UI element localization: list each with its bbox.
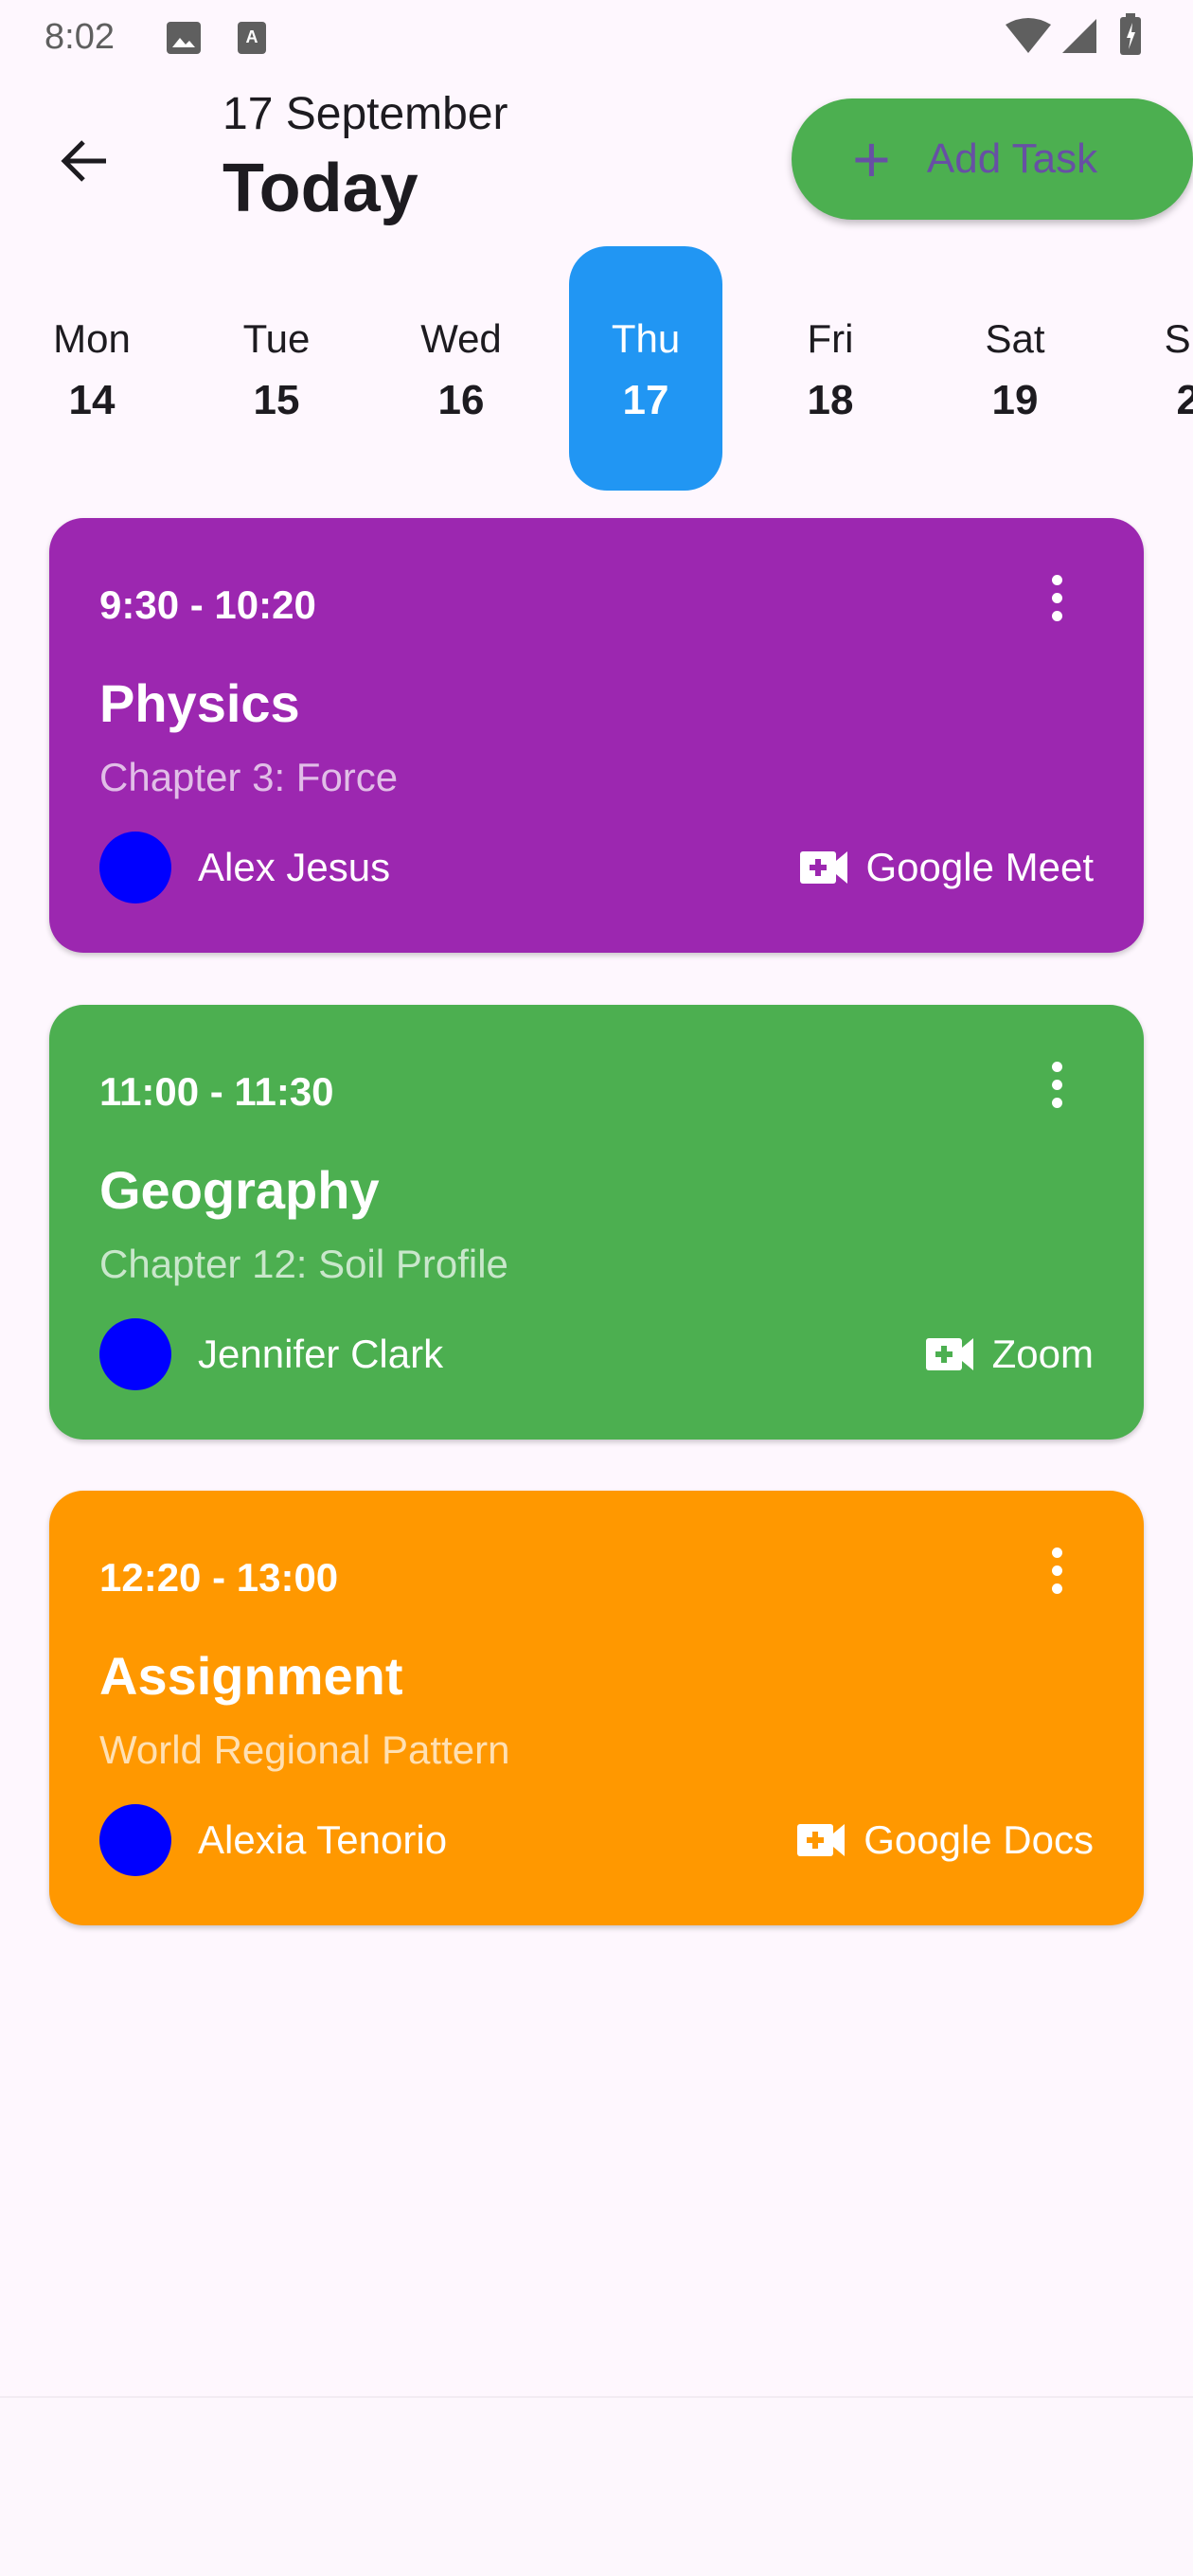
task-title: Geography — [99, 1160, 380, 1220]
add-task-button[interactable]: + Add Task — [792, 98, 1193, 220]
day-sat[interactable]: Sat 19 — [938, 246, 1092, 491]
day-thu-selected[interactable]: Thu 17 — [569, 246, 722, 491]
task-subtitle: World Regional Pattern — [99, 1727, 510, 1772]
video-call-icon — [799, 851, 847, 884]
avatar — [99, 1804, 171, 1876]
wifi-icon — [1006, 18, 1051, 53]
text-a-icon: A — [238, 22, 266, 54]
task-platform: Zoom — [925, 1332, 1094, 1377]
platform-label: Google Meet — [865, 845, 1094, 889]
more-vert-icon[interactable] — [1043, 1062, 1070, 1118]
status-bar: 8:02 A — [0, 0, 1193, 76]
task-card-physics[interactable]: 9:30 - 10:20 Physics Chapter 3: Force Al… — [49, 518, 1144, 953]
day-tue[interactable]: Tue 15 — [200, 246, 353, 491]
day-number: 17 — [622, 377, 669, 423]
day-sun[interactable]: Sun 20 — [1123, 246, 1193, 491]
task-title: Physics — [99, 673, 300, 733]
day-name: Thu — [611, 316, 681, 361]
signal-icon — [1062, 19, 1096, 53]
day-name: Tue — [242, 316, 311, 361]
page-title: Today — [223, 151, 418, 226]
avatar — [99, 832, 171, 903]
svg-text:A: A — [246, 27, 258, 46]
battery-charging-icon — [1120, 13, 1141, 55]
header-date: 17 September — [223, 89, 508, 139]
video-call-icon — [797, 1824, 846, 1856]
task-card-geography[interactable]: 11:00 - 11:30 Geography Chapter 12: Soil… — [49, 1005, 1144, 1440]
day-selector: Mon 14 Tue 15 Wed 16 Thu 17 Fri 18 Sat 19 Sun 2… — [0, 246, 1193, 491]
day-fri[interactable]: Fri 18 — [754, 246, 907, 491]
task-person: Jennifer Clark — [198, 1332, 444, 1376]
day-number: 15 — [253, 377, 300, 423]
avatar — [99, 1318, 171, 1390]
more-vert-icon[interactable] — [1043, 1547, 1070, 1604]
task-card-assignment[interactable]: 12:20 - 13:00 Assignment World Regional … — [49, 1491, 1144, 1925]
video-call-icon — [925, 1338, 973, 1370]
day-number: 14 — [68, 377, 116, 423]
day-name: Wed — [420, 316, 502, 361]
image-icon — [167, 22, 201, 54]
task-title: Assignment — [99, 1646, 403, 1706]
back-arrow-icon[interactable] — [57, 133, 114, 189]
day-mon[interactable]: Mon 14 — [15, 246, 169, 491]
task-person: Alex Jesus — [198, 845, 391, 889]
day-number: 20 — [1176, 377, 1193, 423]
bottom-area — [0, 2396, 1193, 2576]
task-time: 12:20 - 13:00 — [99, 1555, 339, 1600]
platform-label: Google Docs — [864, 1817, 1094, 1862]
day-name: Fri — [807, 316, 854, 361]
add-task-label: Add Task — [926, 135, 1098, 182]
day-number: 16 — [437, 377, 485, 423]
day-wed[interactable]: Wed 16 — [384, 246, 538, 491]
day-number: 19 — [991, 377, 1039, 423]
platform-label: Zoom — [991, 1332, 1094, 1376]
task-time: 9:30 - 10:20 — [99, 582, 316, 627]
task-subtitle: Chapter 3: Force — [99, 755, 399, 799]
plus-icon: + — [852, 122, 891, 196]
task-time: 11:00 - 11:30 — [99, 1069, 334, 1114]
day-name: Sat — [985, 316, 1045, 361]
day-name: Mon — [53, 316, 131, 361]
task-platform: Google Docs — [797, 1817, 1094, 1863]
status-time: 8:02 — [45, 17, 115, 57]
task-person: Alexia Tenorio — [198, 1817, 448, 1862]
task-subtitle: Chapter 12: Soil Profile — [99, 1242, 508, 1286]
day-number: 18 — [807, 377, 854, 423]
more-vert-icon[interactable] — [1043, 575, 1070, 632]
task-platform: Google Meet — [799, 845, 1094, 890]
day-name: Sun — [1164, 316, 1193, 361]
